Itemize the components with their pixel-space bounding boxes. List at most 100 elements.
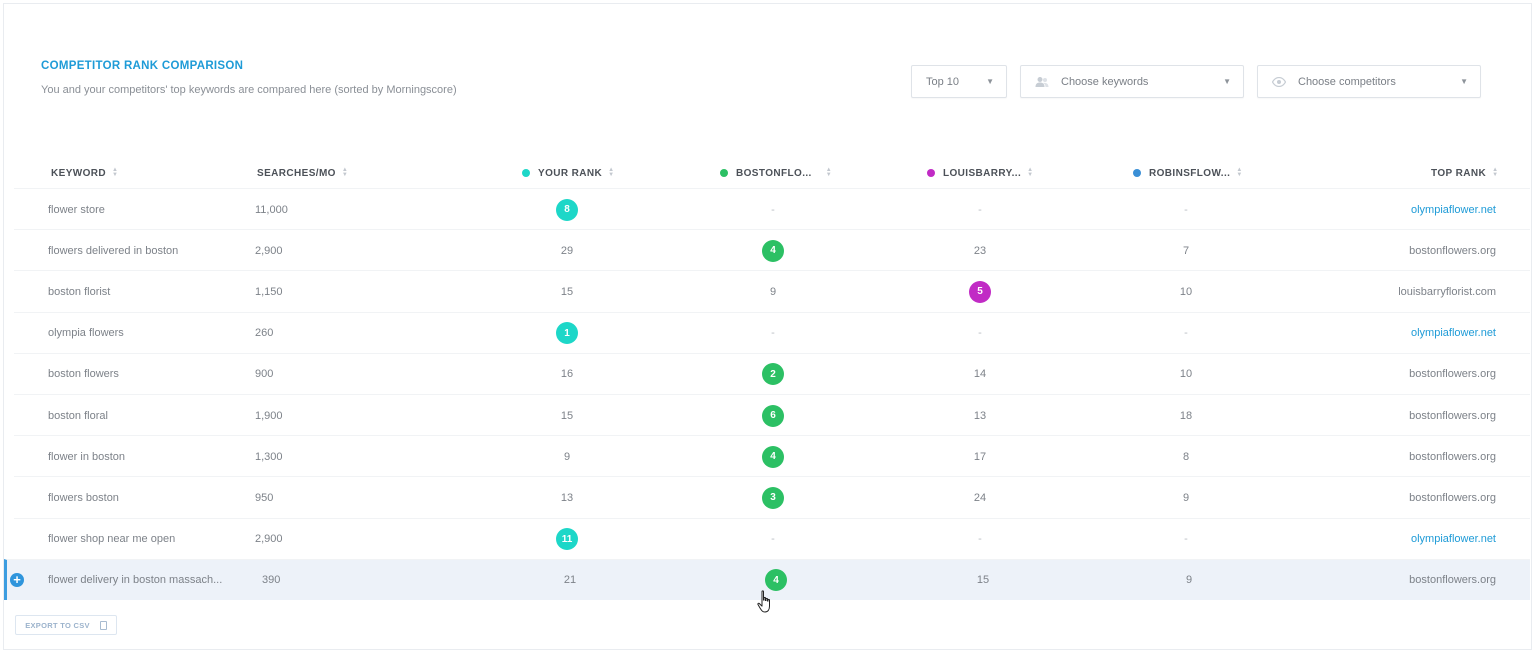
searches-cell: 390 — [262, 574, 281, 587]
table-row[interactable]: flower shop near me open 2,900 11 - - - olymp… — [14, 517, 1530, 560]
best-rank-badge: 6 — [762, 404, 784, 427]
table-row[interactable]: boston florist 1,150 15 9 5 10 louisbarryflor… — [14, 270, 1530, 311]
louisbarry-rank-cell: - — [978, 533, 982, 546]
sort-icon: ▲ ▼ — [608, 167, 615, 178]
top-rank-cell: bostonflowers.org — [1409, 450, 1496, 463]
top-n-select-label: Top 10 — [926, 75, 960, 88]
sort-icon: ▲ ▼ — [1027, 167, 1034, 178]
export-csv-button[interactable]: EXPORT TO CSV — [15, 615, 117, 635]
table-row[interactable]: flowers delivered in boston 2,900 29 4 23 7 b… — [14, 229, 1530, 270]
keyword-cell: boston flowers — [48, 368, 119, 381]
best-rank-badge: 4 — [762, 239, 784, 262]
keywords-select[interactable]: Choose keywords ▼ — [1020, 65, 1244, 98]
keywords-select-label: Choose keywords — [1061, 75, 1149, 88]
your-rank-cell: 8 — [537, 189, 597, 230]
column-header-label: SEARCHES/MO — [257, 167, 336, 179]
searches-cell: 900 — [255, 368, 274, 381]
keyword-cell: flower store — [48, 203, 105, 216]
column-header-keyword[interactable]: KEYWORD ▲ ▼ — [51, 166, 118, 180]
searches-cell: 950 — [255, 491, 274, 504]
keyword-cell: boston florist — [48, 285, 111, 298]
robinsflowers-rank-cell: - — [1184, 203, 1188, 216]
your-rank-cell: 29 — [560, 244, 574, 257]
louisbarry-rank-cell: 5 — [950, 271, 1010, 312]
top-rank-cell[interactable]: olympiaflower.net — [1411, 313, 1496, 354]
sort-icon: ▲ ▼ — [1492, 167, 1499, 178]
best-rank-badge: 8 — [556, 198, 578, 221]
your-rank-cell: 11 — [537, 519, 597, 560]
your-rank-cell: 16 — [560, 368, 574, 381]
column-header-label: ROBINSFLOW... — [1149, 167, 1231, 179]
column-header-label: YOUR RANK — [538, 167, 603, 179]
column-header-label: LOUISBARRY... — [943, 167, 1022, 179]
column-header-louisbarry[interactable]: LOUISBARRY... ▲ ▼ — [927, 166, 1034, 180]
top-rank-cell: bostonflowers.org — [1409, 368, 1496, 381]
robinsflowers-rank-cell: 7 — [1182, 244, 1190, 257]
hand-cursor-icon — [757, 590, 775, 619]
searches-cell: 2,900 — [255, 533, 283, 546]
chevron-down-icon: ▼ — [986, 77, 994, 86]
your-rank-cell: 13 — [560, 491, 574, 504]
louisbarry-rank-cell: 17 — [973, 450, 987, 463]
chevron-down-icon: ▼ — [1223, 77, 1231, 86]
best-rank-badge: 1 — [556, 322, 578, 345]
robinsflowers-rank-cell: 18 — [1179, 409, 1193, 422]
keyword-cell: flower delivery in boston massach... — [48, 574, 223, 587]
best-rank-badge: 11 — [556, 528, 578, 551]
competitors-select[interactable]: Choose competitors ▼ — [1257, 65, 1481, 98]
keyword-cell: boston floral — [48, 409, 108, 422]
keyword-cell: flowers delivered in boston — [48, 244, 179, 257]
best-rank-badge: 4 — [765, 569, 787, 592]
louisbarry-dot — [927, 169, 935, 177]
top-n-select[interactable]: Top 10 ▼ — [911, 65, 1007, 98]
column-header-robinsflowers[interactable]: ROBINSFLOW... ▲ ▼ — [1133, 166, 1243, 180]
table-row[interactable]: flower in boston 1,300 9 4 17 8 bostonflowers… — [14, 435, 1530, 476]
robinsflowers-rank-cell: 10 — [1179, 368, 1193, 381]
keyword-cell: olympia flowers — [48, 327, 124, 340]
sort-icon: ▲ ▼ — [825, 167, 833, 178]
table-row[interactable]: flower store 11,000 8 - - - olympiaflower.net — [14, 188, 1530, 229]
column-header-bostonflowers[interactable]: BOSTONFLO... ▲ ▼ — [720, 166, 832, 180]
louisbarry-rank-cell: 14 — [973, 368, 987, 381]
searches-cell: 1,900 — [255, 409, 283, 422]
table-row[interactable]: flowers boston 950 13 3 24 9 bostonflowers.or… — [14, 476, 1530, 517]
top-rank-cell: bostonflowers.org — [1409, 574, 1496, 587]
column-header-searches[interactable]: SEARCHES/MO ▲ ▼ — [257, 166, 348, 180]
louisbarry-rank-cell: 24 — [973, 491, 987, 504]
best-rank-badge: 5 — [969, 280, 991, 303]
bostonflowers-rank-cell: 9 — [769, 285, 777, 298]
best-rank-badge: 3 — [762, 486, 784, 509]
sort-icon: ▲ ▼ — [112, 167, 119, 178]
top-rank-cell[interactable]: olympiaflower.net — [1411, 519, 1496, 560]
column-header-top-rank[interactable]: TOP RANK ▲ ▼ — [1431, 166, 1498, 180]
louisbarry-rank-cell: - — [978, 327, 982, 340]
top-rank-cell: louisbarryflorist.com — [1398, 285, 1496, 298]
robinsflowers-rank-cell: - — [1184, 533, 1188, 546]
column-header-label: TOP RANK — [1431, 167, 1487, 179]
keyword-cell: flower shop near me open — [48, 533, 176, 546]
column-header-your-rank[interactable]: YOUR RANK ▲ ▼ — [522, 166, 615, 180]
expand-row-icon[interactable]: + — [10, 572, 24, 587]
louisbarry-rank-cell: 13 — [973, 409, 987, 422]
sort-icon: ▲ ▼ — [1236, 167, 1243, 178]
top-rank-cell[interactable]: olympiaflower.net — [1411, 189, 1496, 230]
table-row[interactable]: olympia flowers 260 1 - - - olympiaflower.net — [14, 311, 1530, 354]
table-row[interactable]: boston floral 1,900 15 6 13 18 bostonflowers.… — [14, 394, 1530, 435]
robinsflowers-rank-cell: 8 — [1182, 450, 1190, 463]
your-rank-cell: 1 — [537, 313, 597, 354]
users-icon — [1035, 75, 1049, 89]
top-rank-cell: bostonflowers.org — [1409, 244, 1496, 257]
robinsflowers-rank-cell: 10 — [1179, 285, 1193, 298]
export-csv-label: EXPORT TO CSV — [25, 620, 90, 630]
louisbarry-rank-cell: 23 — [973, 244, 987, 257]
robinsflowers-dot — [1133, 169, 1141, 177]
your-rank-cell: 9 — [563, 450, 571, 463]
louisbarry-rank-cell: - — [978, 203, 982, 216]
searches-cell: 2,900 — [255, 244, 283, 257]
bostonflowers-rank-cell: 4 — [746, 560, 806, 601]
eye-icon — [1272, 75, 1286, 89]
your-rank-cell: 21 — [563, 574, 577, 587]
table-row[interactable]: boston flowers 900 16 2 14 10 bostonflowers.o… — [14, 352, 1530, 394]
file-icon — [99, 620, 107, 630]
searches-cell: 1,150 — [255, 285, 283, 298]
